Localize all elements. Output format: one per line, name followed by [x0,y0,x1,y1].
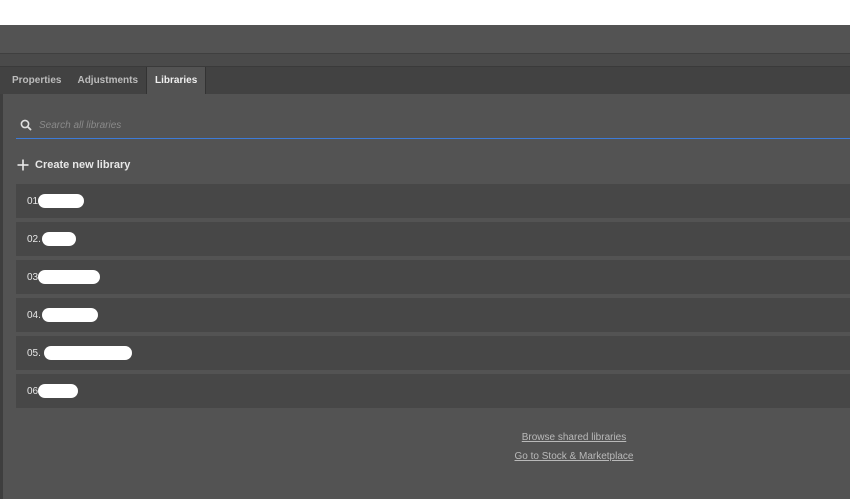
tab-libraries[interactable]: Libraries [146,67,207,94]
stock-marketplace-link[interactable]: Go to Stock & Marketplace [515,447,634,466]
panel-title-bar [0,25,850,54]
library-list: 01 02. 03 04. 05. 06 [16,184,850,412]
search-icon [20,119,32,131]
library-name: 04. [27,309,41,321]
browse-shared-libraries-link[interactable]: Browse shared libraries [522,428,627,447]
panel-links: Browse shared libraries Go to Stock & Ma… [3,428,850,466]
plus-icon [17,159,29,171]
libraries-panel: Create new library 01 02. 03 04. 05. 06 … [0,94,850,499]
library-name: 03 [27,271,39,283]
library-name: 06 [27,385,39,397]
library-item[interactable]: 03 [16,260,850,294]
library-item[interactable]: 02. [16,222,850,256]
library-name: 02. [27,233,41,245]
redaction-mark [38,194,84,208]
redaction-mark [42,232,76,246]
create-new-library-label: Create new library [35,159,131,171]
top-margin [0,0,850,25]
redaction-mark [42,308,98,322]
tab-adjustments[interactable]: Adjustments [69,67,146,94]
search-input[interactable] [39,119,819,131]
redaction-mark [44,346,132,360]
search-bar [16,112,850,139]
library-name: 05. [27,347,41,359]
create-new-library-button[interactable]: Create new library [17,156,130,174]
redaction-mark [38,384,78,398]
tab-properties[interactable]: Properties [0,67,69,94]
tab-bar: Properties Adjustments Libraries [0,66,850,95]
redaction-mark [38,270,100,284]
library-name: 01 [27,195,39,207]
library-item[interactable]: 06 [16,374,850,408]
library-item[interactable]: 01 [16,184,850,218]
library-item[interactable]: 04. [16,298,850,332]
library-item[interactable]: 05. [16,336,850,370]
panel-header-strip [0,54,850,66]
